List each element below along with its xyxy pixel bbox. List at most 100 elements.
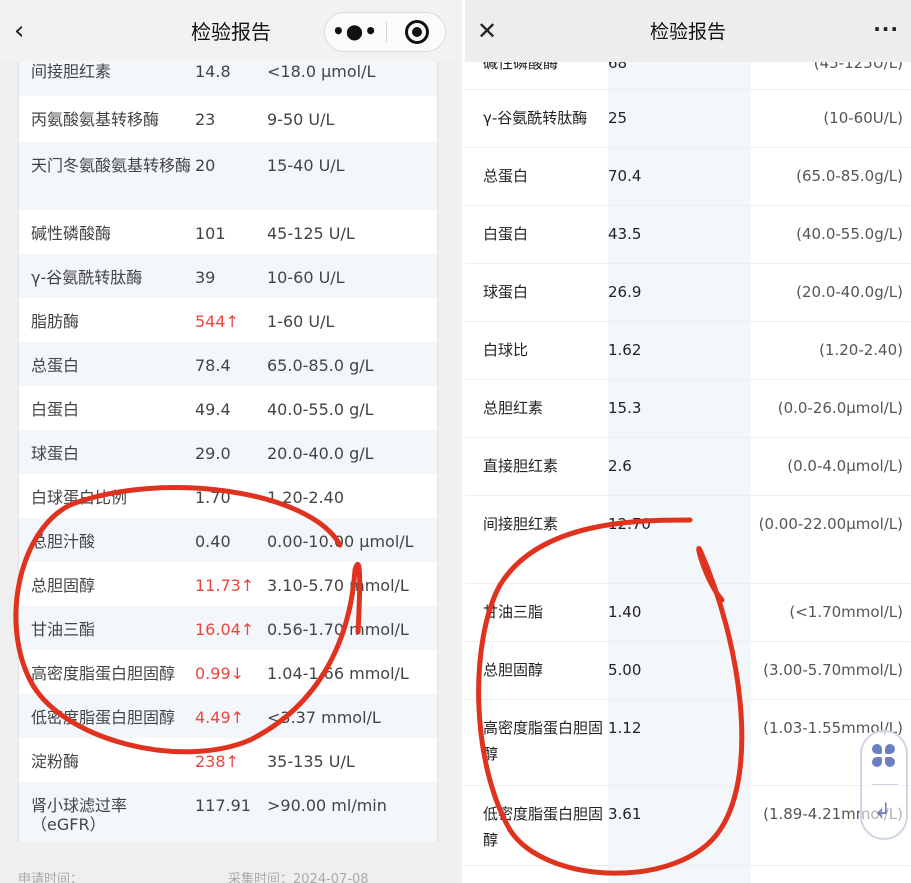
table-row: 高密度脂蛋白胆固醇 1.12 (1.03-1.55mmol/L) [465, 700, 911, 786]
item-value: 12.70 [608, 515, 651, 533]
item-value: 544↑ [195, 312, 239, 331]
table-row: 白球比 1.62 (1.20-2.40) [465, 322, 911, 380]
reference-range: 10-60 U/L [267, 268, 345, 287]
table-row: 低密度脂蛋白胆固醇 3.61 (1.89-4.21mmol/L) [465, 786, 911, 866]
item-value: 1.70 [195, 488, 231, 507]
item-name: 直接胆红素 [483, 457, 559, 475]
reference-range: (3.00-5.70mmol/L) [763, 661, 903, 679]
table-row: 白蛋白 49.4 40.0-55.0 g/L [19, 386, 437, 430]
reference-range: <3.37 mmol/L [267, 708, 381, 727]
table-row: 甘油三酯 16.04↑ 0.56-1.70 mmol/L [19, 606, 437, 650]
page-title: 检验报告 [649, 21, 726, 43]
reference-range: (20.0-40.0g/L) [796, 283, 903, 301]
reference-range: 1.04-1.66 mmol/L [267, 664, 409, 683]
item-name: 脂肪酶 [31, 312, 80, 331]
reference-range: 0.00-10.00 μmol/L [267, 532, 414, 551]
left-nav-bar: ‹ 检验报告 •●• [0, 0, 462, 62]
item-value: 1.12 [608, 719, 642, 737]
table-row: 肾小球滤过率（eGFR） 117.91 >90.00 ml/min [19, 782, 437, 842]
reference-range: (40.0-55.0g/L) [796, 225, 903, 243]
item-name: 天门冬氨酸氨基转移酶 [31, 156, 192, 175]
float-divider [872, 784, 898, 785]
item-value: 4.49↑ [195, 708, 245, 727]
miniprogram-capsule: •●• [324, 12, 446, 52]
item-name: 总胆固醇 [483, 661, 544, 679]
item-name: 碱性磷酸酶 [31, 224, 112, 243]
reference-range: 1.20-2.40 [267, 488, 345, 507]
table-row: 直接胆红素 2.6 (0.0-4.0μmol/L) [465, 438, 911, 496]
reference-range: (0.00-22.00μmol/L) [758, 515, 903, 533]
item-name: 总蛋白 [483, 167, 529, 185]
reference-range: 35-135 U/L [267, 752, 355, 771]
item-value: 15.3 [608, 399, 642, 417]
table-row: 高密度脂蛋白胆固醇 0.99↓ 1.04-1.66 mmol/L [19, 650, 437, 694]
item-name: 白蛋白 [483, 225, 529, 243]
item-value: 2.6 [608, 457, 632, 475]
item-name: 球蛋白 [31, 444, 80, 463]
item-name: 球蛋白 [483, 283, 529, 301]
item-value: 16.04↑ [195, 620, 255, 639]
reference-range: 45-125 U/L [267, 224, 355, 243]
item-value: 1.40 [608, 603, 642, 621]
table-row: γ-谷氨酰转肽酶 39 10-60 U/L [19, 254, 437, 298]
item-value: 11.73↑ [195, 576, 255, 595]
item-value: 29.0 [195, 444, 231, 463]
item-value: 101 [195, 224, 226, 243]
reference-range: <18.0 μmol/L [267, 62, 376, 81]
item-name: 总胆红素 [483, 399, 544, 417]
item-name: 总蛋白 [31, 356, 80, 375]
reference-range: 15-40 U/L [267, 156, 345, 175]
arrow-icon: ↲ [874, 798, 891, 822]
target-icon[interactable] [405, 20, 429, 44]
item-name: 低密度脂蛋白胆固醇 [483, 805, 604, 849]
item-value: 78.4 [195, 356, 231, 375]
reference-range: 20.0-40.0 g/L [267, 444, 374, 463]
apply-time: 申请时间： [18, 872, 84, 883]
item-value: 3.61 [608, 805, 642, 823]
item-value: 26.9 [608, 283, 642, 301]
left-report-table: 间接胆红素 14.8 <18.0 μmol/L 丙氨酸氨基转移酶 23 9-50 U/L 天… [18, 62, 438, 842]
reference-range: (65.0-85.0g/L) [796, 167, 903, 185]
left-footer: 申请时间： 采集时间：2024-07-08 [18, 868, 418, 883]
table-row: 间接胆红素 12.70 (0.00-22.00μmol/L) [465, 496, 911, 584]
reference-range: (<1.70mmol/L) [789, 603, 903, 621]
capsule-divider [386, 22, 387, 42]
table-row: 总蛋白 78.4 65.0-85.0 g/L [19, 342, 437, 386]
table-row: 甘油三脂 1.40 (<1.70mmol/L) [465, 584, 911, 642]
reference-range: 0.56-1.70 mmol/L [267, 620, 409, 639]
item-name: 白蛋白 [31, 400, 80, 419]
table-row: 总蛋白 70.4 (65.0-85.0g/L) [465, 148, 911, 206]
item-name: 甘油三脂 [483, 603, 544, 621]
table-row: 碱性磷酸酶 101 45-125 U/L [19, 210, 437, 254]
table-row: 总胆红素 15.3 (0.0-26.0μmol/L) [465, 380, 911, 438]
item-name: 白球比 [483, 341, 529, 359]
more-dots-icon[interactable]: •●• [325, 13, 385, 51]
item-name: 低密度脂蛋白胆固醇 [31, 708, 176, 727]
table-row: 球蛋白 26.9 (20.0-40.0g/L) [465, 264, 911, 322]
item-name: γ-谷氨酰转肽酶 [483, 109, 588, 127]
item-value: 43.5 [608, 225, 642, 243]
item-value: 20 [195, 156, 216, 175]
item-name: 高密度脂蛋白胆固醇 [483, 719, 604, 763]
item-value: 117.91 [195, 796, 251, 815]
item-name: 甘油三酯 [31, 620, 96, 639]
item-value: 5.00 [608, 661, 642, 679]
floating-action-button[interactable]: ↲ [860, 730, 908, 840]
reference-range: 3.10-5.70 mmol/L [267, 576, 409, 595]
reference-range: 1-60 U/L [267, 312, 335, 331]
item-value: 49.4 [195, 400, 231, 419]
item-name: 总胆汁酸 [31, 532, 96, 551]
table-row: 总胆固醇 5.00 (3.00-5.70mmol/L) [465, 642, 911, 700]
table-row: 白球蛋白比例 1.70 1.20-2.40 [19, 474, 437, 518]
item-value: 39 [195, 268, 216, 287]
table-row: 丙氨酸氨基转移酶 23 9-50 U/L [19, 96, 437, 142]
table-row: 球蛋白 29.0 20.0-40.0 g/L [19, 430, 437, 474]
item-name: 间接胆红素 [31, 62, 112, 81]
more-dots-icon[interactable]: ··· [873, 14, 899, 44]
reference-range: >90.00 ml/min [267, 796, 387, 815]
reference-range: 9-50 U/L [267, 110, 335, 129]
item-name: 淀粉酶 [31, 752, 80, 771]
item-value: 0.40 [195, 532, 231, 551]
item-name: γ-谷氨酰转肽酶 [31, 268, 143, 287]
left-screenshot: 间接胆红素 14.8 <18.0 μmol/L 丙氨酸氨基转移酶 23 9-50 U/L 天… [0, 0, 462, 883]
